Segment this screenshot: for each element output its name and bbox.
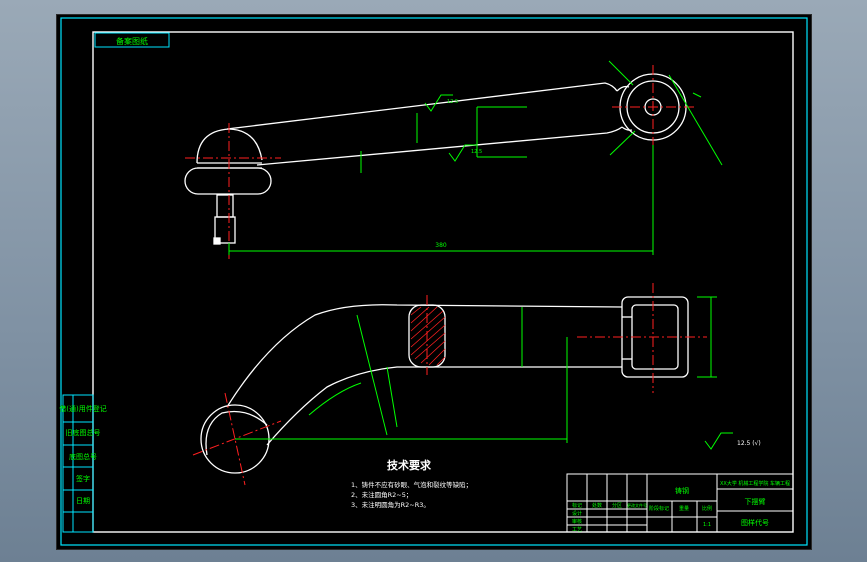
tb-row-review: 审核: [572, 518, 582, 525]
tech-req-item-2: 2、未注圆角R2~5；: [351, 490, 412, 499]
tb-row-design: 设计: [572, 510, 582, 517]
outer-frame: [60, 17, 808, 546]
company: XX大学 机械工程学院 车辆工程: [720, 480, 790, 487]
drawing-canvas: 备案图纸 借(通)用件登记 旧底图总号 底图总号 签字 日期 380 12.5 …: [59, 17, 808, 546]
top-left-stamp: 备案图纸: [94, 32, 170, 48]
bottom-view-centerlines: [192, 283, 707, 486]
dim-overall-length: 380: [435, 242, 447, 249]
surface-finish-2: 12.5: [471, 149, 482, 155]
tech-req-title: 技术要求: [387, 458, 432, 472]
side-label-2: 旧底图总号: [66, 428, 101, 437]
section-hatching: [410, 306, 446, 366]
tb-row-process: 工艺: [572, 527, 582, 533]
side-label-4: 签字: [76, 474, 90, 483]
tb-scale: 比例: [702, 505, 712, 512]
top-view-dimensions: [228, 60, 723, 255]
cad-viewport[interactable]: 备案图纸 借(通)用件登记 旧底图总号 底图总号 签字 日期 380 12.5 …: [56, 14, 812, 550]
part-top-view: [184, 73, 687, 245]
drawing-number: 图样代号: [741, 518, 769, 527]
surface-finish-1: 12.5: [447, 99, 458, 105]
tb-scale-value: 1:1: [703, 522, 711, 528]
material: 铸钢: [675, 486, 689, 495]
tech-requirements: 技术要求 1、铸件不应有砂眼、气泡和裂纹等缺陷； 2、未注圆角R2~5； 3、未…: [351, 458, 472, 509]
tb-header-3: 分区: [612, 502, 622, 509]
stamp-text: 备案图纸: [116, 36, 148, 46]
part-bottom-view: [200, 296, 689, 474]
tech-req-item-3: 3、未注明圆角为R2~R3。: [351, 500, 430, 509]
side-label-5: 日期: [76, 497, 90, 505]
side-label-1: 借(通)用件登记: [59, 404, 106, 413]
side-label-3: 底图总号: [69, 452, 97, 461]
bottom-view-dimensions: [235, 296, 733, 450]
side-label-column: 借(通)用件登记 旧底图总号 底图总号 签字 日期: [59, 394, 107, 533]
tb-header-4: 更改文件号: [627, 502, 647, 508]
tech-req-item-1: 1、铸件不应有砂眼、气泡和裂纹等缺陷；: [351, 480, 472, 489]
tb-header-2: 处数: [592, 502, 602, 509]
tb-header-1: 标记: [572, 502, 582, 509]
tb-stage: 阶段标记: [649, 505, 669, 512]
tb-weight: 重量: [679, 505, 689, 512]
surface-finish-legend: 12.5 (√): [737, 440, 761, 447]
part-name: 下摆臂: [745, 497, 766, 506]
